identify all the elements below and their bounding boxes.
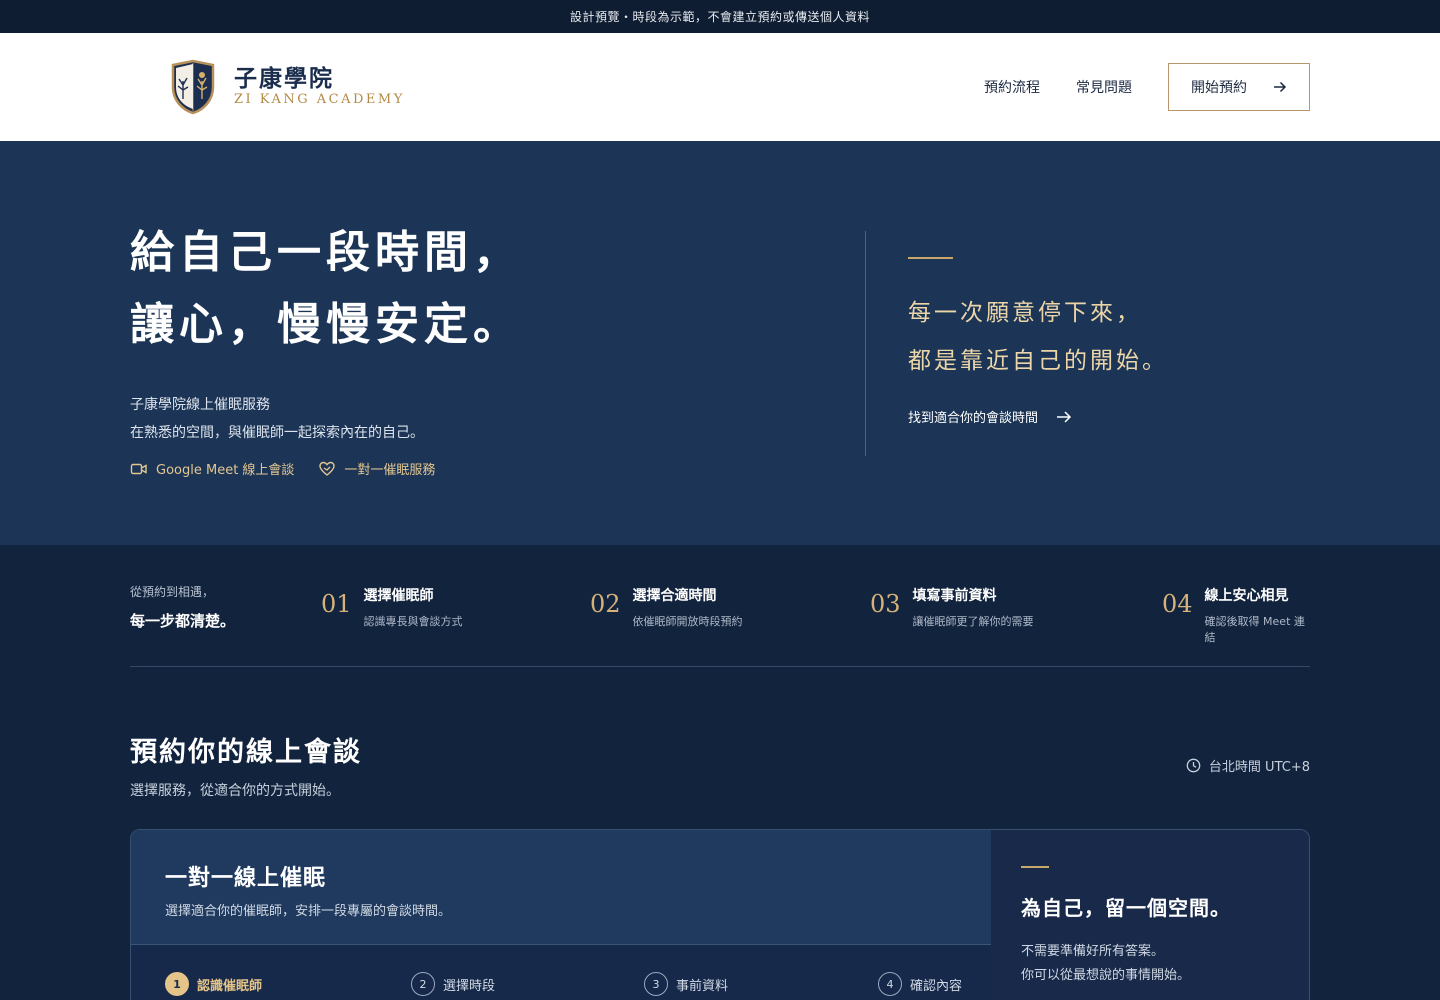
hero-title: 給自己一段時間， 讓心，慢慢安定。	[130, 217, 730, 361]
hero-subtitle-line-2: 在熟悉的空間，與催眠師一起探索內在的自己。	[130, 425, 424, 441]
gold-accent-line	[1021, 866, 1049, 868]
arrow-right-icon	[1057, 410, 1072, 423]
hero-title-line-1: 給自己一段時間，	[130, 227, 522, 278]
nav-links: 預約流程 常見問題 開始預約	[984, 63, 1310, 111]
tag-google-meet-label: Google Meet 線上會談	[156, 463, 295, 478]
hero-title-line-2: 讓心，慢慢安定。	[130, 299, 522, 350]
process-steps: 從預約到相遇， 每一步都清楚。 01 選擇催眠師 認識專長與會談方式 02 選擇…	[130, 583, 1310, 667]
booking-section: 從預約到相遇， 每一步都清楚。 01 選擇催眠師 認識專長與會談方式 02 選擇…	[0, 545, 1440, 1000]
hero-section: 給自己一段時間， 讓心，慢慢安定。 子康學院線上催眠服務 在熟悉的空間，與催眠師…	[0, 141, 1440, 545]
wizard-step-label: 認識催眠師	[197, 978, 263, 994]
step-description: 確認後取得 Meet 連結	[1204, 615, 1305, 644]
timezone-label: 台北時間 UTC+8	[1208, 760, 1310, 775]
section-divider	[130, 666, 1310, 667]
wizard-step-1[interactable]: 1 認識催眠師	[165, 972, 262, 996]
step-number: 04	[1162, 590, 1193, 618]
process-step-3: 03 填寫事前資料 讓催眠師更了解你的需要	[870, 585, 1034, 629]
step-title: 選擇合適時間	[632, 588, 717, 604]
wizard-step-4[interactable]: 4 確認內容	[878, 972, 962, 996]
brand-name-english: ZI KANG ACADEMY	[234, 92, 405, 107]
timezone-indicator: 台北時間 UTC+8	[1186, 756, 1310, 775]
video-camera-icon	[130, 463, 147, 474]
steps-intro-line-2: 每一步都清楚。	[130, 612, 236, 630]
top-navigation: 子康學院 ZI KANG ACADEMY 預約流程 常見問題 開始預約	[0, 33, 1440, 141]
nav-link-faq[interactable]: 常見問題	[1076, 77, 1132, 97]
tag-one-on-one-label: 一對一催眠服務	[344, 463, 436, 478]
wizard-step-number: 3	[644, 972, 668, 996]
hero-quote-block: 每一次願意停下來， 都是靠近自己的開始。 找到適合你的會談時間	[908, 257, 1328, 426]
nav-link-booking-process[interactable]: 預約流程	[984, 77, 1040, 97]
hero-quote: 每一次願意停下來， 都是靠近自己的開始。	[908, 289, 1328, 385]
step-title: 選擇催眠師	[363, 588, 434, 604]
step-title: 線上安心相見	[1204, 588, 1289, 604]
service-card: 一對一線上催眠 選擇適合你的催眠師，安排一段專屬的會談時間。 1 認識催眠師 2…	[130, 829, 1310, 1000]
step-description: 依催眠師開放時段預約	[632, 615, 743, 628]
step-description: 認識專長與會談方式	[363, 615, 463, 628]
aside-title: 為自己，留一個空間。	[1021, 896, 1231, 920]
hero-subtitle-line-1: 子康學院線上催眠服務	[130, 397, 270, 413]
aside-text-line-1: 不需要準備好所有答案。	[1021, 944, 1165, 959]
heart-hand-icon	[319, 461, 336, 476]
process-step-1: 01 選擇催眠師 認識專長與會談方式	[321, 585, 463, 629]
tag-google-meet: Google Meet 線上會談	[130, 459, 294, 478]
hero-divider	[865, 231, 866, 456]
wizard-step-label: 事前資料	[676, 978, 729, 994]
service-card-header: 一對一線上催眠 選擇適合你的催眠師，安排一段專屬的會談時間。	[131, 830, 991, 945]
tag-one-on-one: 一對一催眠服務	[318, 459, 435, 478]
hero-subtitle: 子康學院線上催眠服務 在熟悉的空間，與催眠師一起探索內在的自己。	[130, 391, 730, 447]
service-card-aside: 為自己，留一個空間。 不需要準備好所有答案。 你可以從最想說的事情開始。	[991, 830, 1309, 1000]
step-number: 01	[321, 590, 352, 618]
service-title: 一對一線上催眠	[165, 865, 327, 891]
booking-title: 預約你的線上會談	[130, 737, 362, 768]
step-title: 填寫事前資料	[912, 588, 997, 604]
arrow-right-icon	[1274, 81, 1287, 93]
academy-crest-icon	[171, 59, 215, 115]
booking-wizard-steps: 1 認識催眠師 2 選擇時段 3 事前資料 4 確認內容	[165, 972, 965, 1000]
start-booking-label: 開始預約	[1191, 80, 1247, 96]
steps-intro: 從預約到相遇， 每一步都清楚。	[130, 583, 235, 631]
booking-subtitle: 選擇服務，從適合你的方式開始。	[130, 783, 340, 799]
aside-text: 不需要準備好所有答案。 你可以從最想說的事情開始。	[1021, 940, 1190, 988]
preview-notice-banner: 設計預覽・時段為示範，不會建立預約或傳送個人資料	[0, 0, 1440, 33]
clock-icon	[1186, 758, 1201, 773]
process-step-2: 02 選擇合適時間 依催眠師開放時段預約	[590, 585, 743, 629]
hero-tags: Google Meet 線上會談 一對一催眠服務	[130, 459, 435, 478]
find-time-link[interactable]: 找到適合你的會談時間	[908, 407, 1328, 426]
aside-text-line-2: 你可以從最想說的事情開始。	[1021, 968, 1191, 983]
step-number: 02	[590, 590, 621, 618]
wizard-step-2[interactable]: 2 選擇時段	[411, 972, 495, 996]
start-booking-button[interactable]: 開始預約	[1168, 63, 1310, 111]
hero-quote-line-1: 每一次願意停下來，	[908, 300, 1142, 326]
step-description: 讓催眠師更了解你的需要	[912, 615, 1034, 628]
brand-logo[interactable]: 子康學院 ZI KANG ACADEMY	[170, 59, 405, 115]
wizard-step-number: 2	[411, 972, 435, 996]
brand-name-chinese: 子康學院	[234, 65, 334, 92]
gold-accent-line	[908, 257, 953, 259]
find-time-link-label: 找到適合你的會談時間	[908, 411, 1039, 426]
wizard-step-3[interactable]: 3 事前資料	[644, 972, 728, 996]
step-number: 03	[870, 590, 901, 618]
process-step-4: 04 線上安心相見 確認後取得 Meet 連結	[1162, 585, 1310, 645]
wizard-step-number: 1	[165, 972, 189, 996]
steps-intro-line-1: 從預約到相遇，	[130, 585, 215, 599]
wizard-step-label: 選擇時段	[443, 978, 496, 994]
service-description: 選擇適合你的催眠師，安排一段專屬的會談時間。	[165, 904, 452, 919]
wizard-step-label: 確認內容	[910, 978, 963, 994]
hero-quote-line-2: 都是靠近自己的開始。	[908, 348, 1168, 374]
wizard-step-number: 4	[878, 972, 902, 996]
